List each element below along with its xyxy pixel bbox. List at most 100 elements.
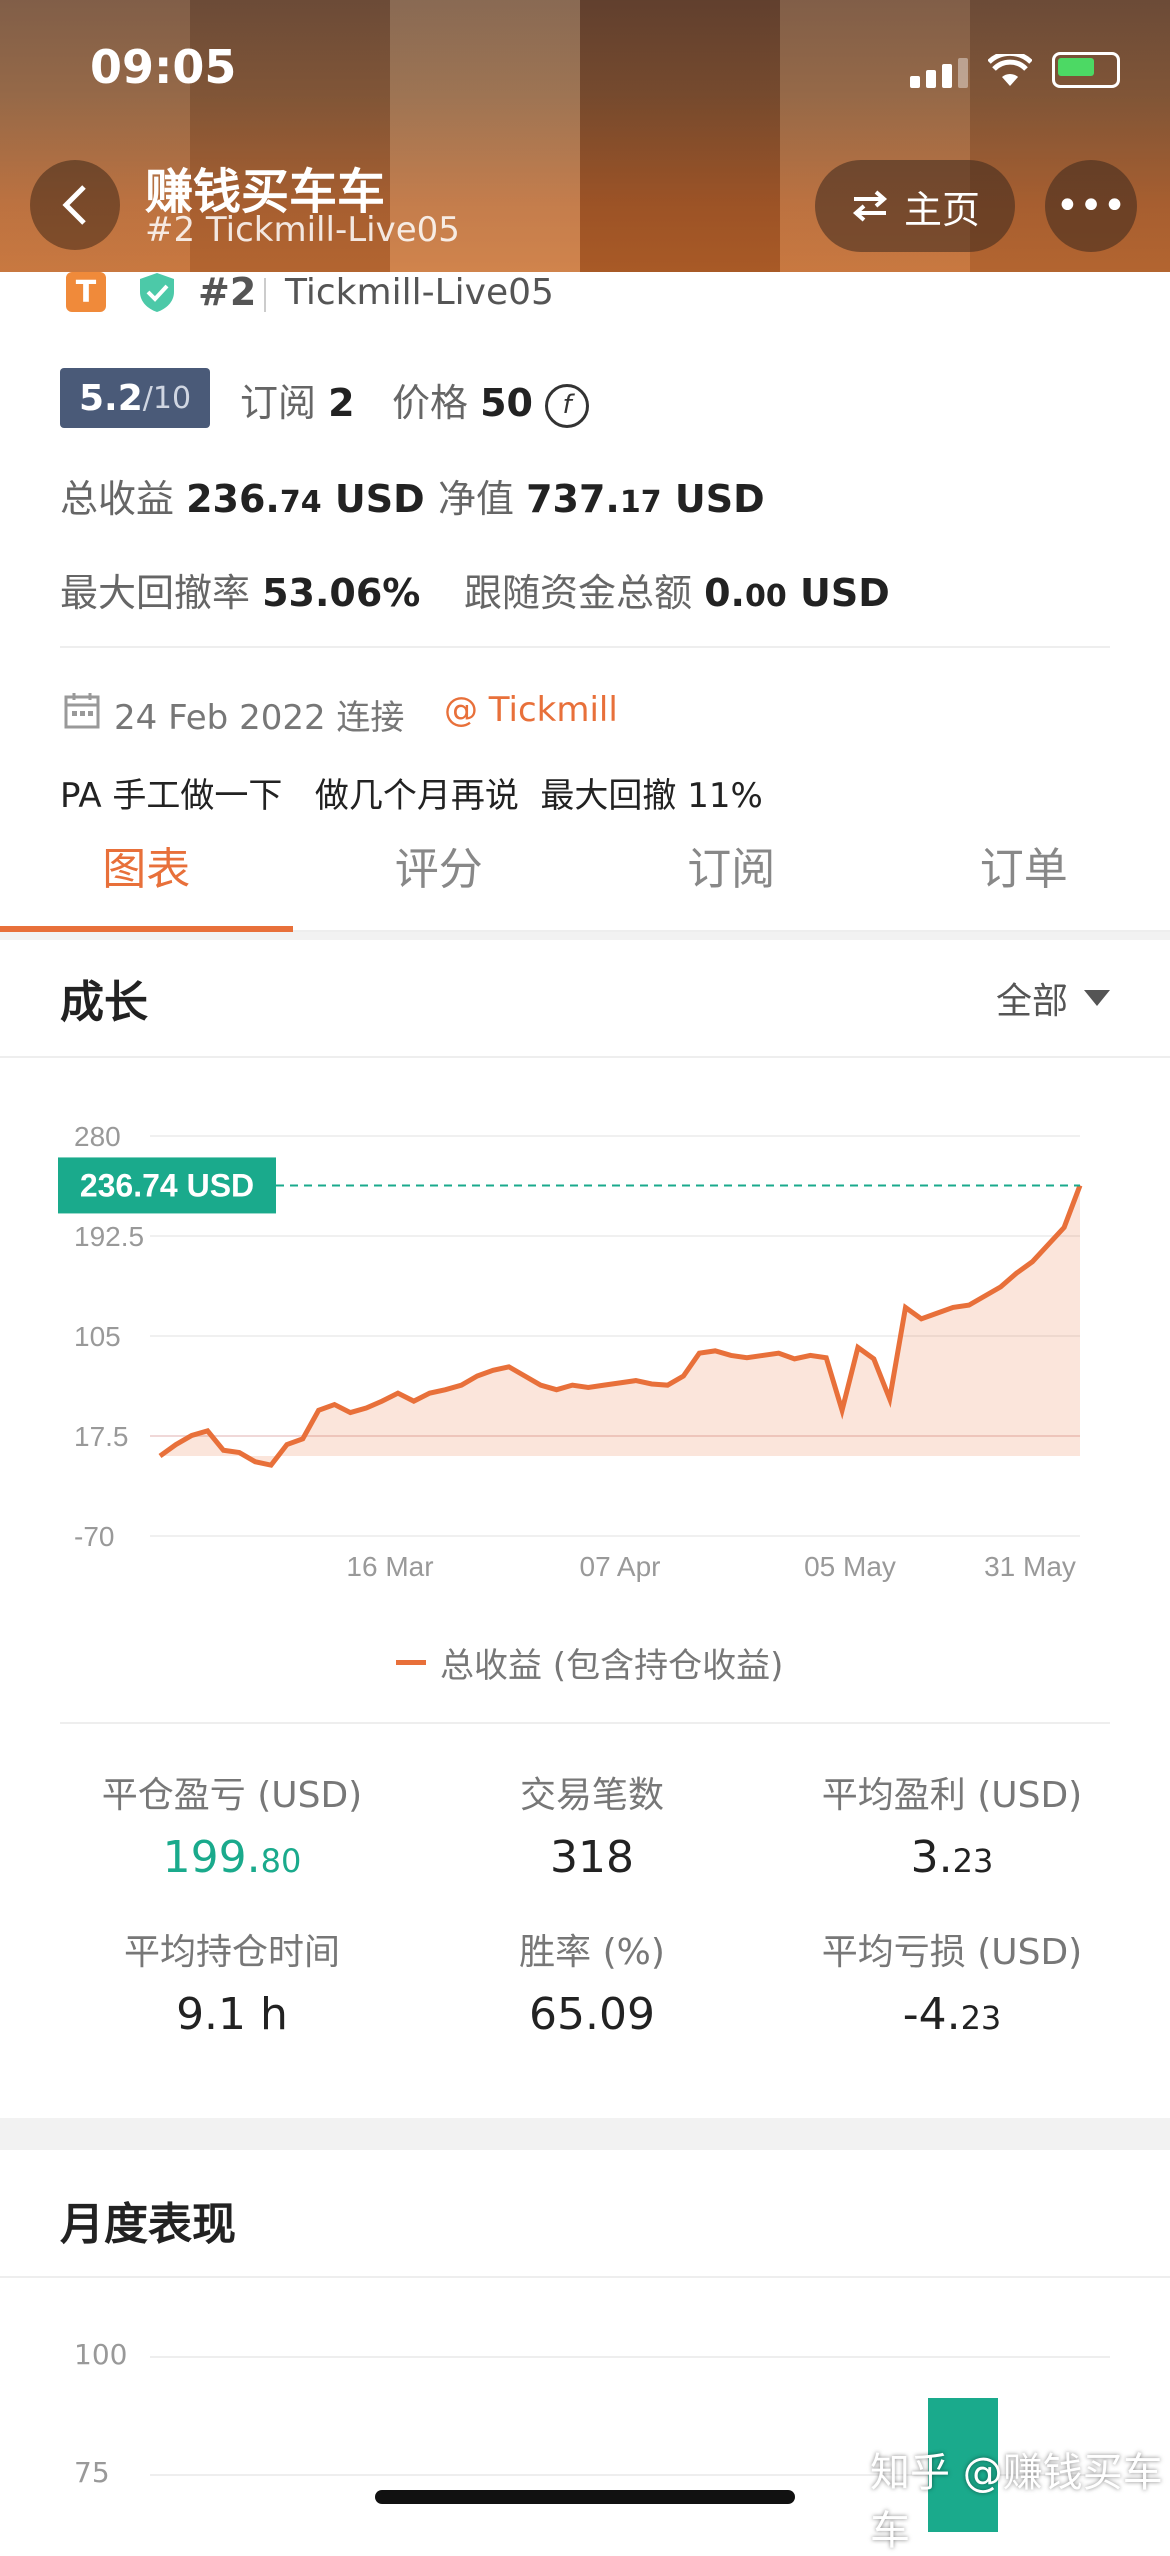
divider <box>0 1056 1170 1058</box>
stat-value: -4.23 <box>772 1989 1132 2040</box>
status-time: 09:05 <box>90 40 236 94</box>
stat-int: 3. <box>911 1832 953 1883</box>
account-rank: #2 <box>198 270 256 314</box>
total-profit-label: 总收益 <box>60 477 174 521</box>
total-profit-dec: 74 <box>280 485 322 520</box>
wifi-icon <box>988 54 1032 88</box>
stat-int: 199. <box>163 1832 261 1883</box>
current-value-tag: 236.74 USD <box>58 1157 276 1213</box>
stat-int: 9.1 h <box>176 1989 288 2040</box>
divider <box>60 646 1110 648</box>
equity-label: 净值 <box>438 477 514 521</box>
stat-value: 3.23 <box>772 1832 1132 1883</box>
stat-close-pnl: 平仓盈亏 (USD) 199.80 <box>52 1766 412 1883</box>
growth-filter-dropdown[interactable]: 全部 <box>996 972 1110 1024</box>
equity-dec: 17 <box>620 485 662 520</box>
verified-shield-icon <box>135 270 179 314</box>
stat-int: -4. <box>903 1989 961 2040</box>
rating-badge: 5.2 /10 <box>60 368 210 428</box>
follow-funds-int: 0. <box>704 571 745 615</box>
stat-label: 平均持仓时间 <box>52 1923 412 1975</box>
price-value: 50 <box>480 381 533 425</box>
stats-grid: 平仓盈亏 (USD) 199.80 交易笔数 318 平均盈利 (USD) 3.… <box>52 1766 1132 2040</box>
y-tick-label: -70 <box>74 1521 114 1552</box>
price-info: 价格 50 f <box>392 372 589 428</box>
stat-trade-count: 交易笔数 318 <box>412 1766 772 1883</box>
equity-unit: USD <box>675 477 765 521</box>
follow-funds-dec: 00 <box>745 579 787 614</box>
max-drawdown-label: 最大回撤率 <box>60 571 250 615</box>
max-drawdown: 最大回撤率 53.06% <box>60 562 420 617</box>
stat-value: 318 <box>412 1832 772 1883</box>
battery-icon <box>1052 52 1120 88</box>
y-tick-label: 105 <box>74 1321 121 1352</box>
signal-icon <box>910 58 968 88</box>
total-profit-unit: USD <box>335 477 425 521</box>
tab-bar: 图表 评分 订阅 订单 <box>0 820 1170 932</box>
broker-link[interactable]: @ Tickmill <box>444 690 618 730</box>
swap-icon <box>850 189 890 223</box>
equity-int: 737. <box>526 477 620 521</box>
legend-swatch <box>396 1660 426 1665</box>
legend-label: 总收益 (包含持仓收益) <box>440 1638 783 1687</box>
home-indicator <box>375 2490 795 2504</box>
stat-dec: 23 <box>961 1999 1002 2037</box>
more-button[interactable]: ••• <box>1045 160 1137 252</box>
stat-avg-hold-time: 平均持仓时间 9.1 h <box>52 1923 412 2040</box>
profile-header: 09:05 赚钱买车车 #2 Tickmill-Live05 主页 ••• <box>0 0 1170 272</box>
stat-value: 199.80 <box>52 1832 412 1883</box>
stat-int: 318 <box>550 1832 634 1883</box>
total-profit: 总收益 236.74 USD <box>60 468 425 523</box>
total-profit-int: 236. <box>186 477 280 521</box>
home-button-label: 主页 <box>904 179 980 234</box>
section-separator <box>0 932 1170 940</box>
subscribe-info: 订阅 2 <box>240 372 355 427</box>
caret-down-icon <box>1084 990 1110 1006</box>
equity: 净值 737.17 USD <box>438 468 765 523</box>
status-icons <box>910 52 1120 88</box>
follow-funds-unit: USD <box>800 571 890 615</box>
stat-dec: 23 <box>953 1842 994 1880</box>
divider <box>264 278 266 312</box>
stat-avg-profit: 平均盈利 (USD) 3.23 <box>772 1766 1132 1883</box>
y-tick-label: 17.5 <box>74 1421 129 1452</box>
y-tick-label: 192.5 <box>74 1221 144 1252</box>
account-description: PA 手工做一下 做几个月再说 最大回撤 11% <box>60 768 763 817</box>
watermark: 知乎 @赚钱买车车 <box>870 2440 1170 2556</box>
tab-orders[interactable]: 订单 <box>878 820 1170 930</box>
home-button[interactable]: 主页 <box>815 160 1015 252</box>
current-value-label: 236.74 USD <box>80 1167 254 1203</box>
gridline <box>150 2356 1110 2358</box>
page-subtitle: #2 Tickmill-Live05 <box>145 210 460 250</box>
stat-label: 交易笔数 <box>412 1766 772 1818</box>
tab-rating[interactable]: 评分 <box>293 820 586 930</box>
monthly-title: 月度表现 <box>60 2188 236 2252</box>
stat-value: 9.1 h <box>52 1989 412 2040</box>
stat-avg-loss: 平均亏损 (USD) -4.23 <box>772 1923 1132 2040</box>
stat-int: 65.09 <box>529 1989 655 2040</box>
stat-win-rate: 胜率 (%) 65.09 <box>412 1923 772 2040</box>
stat-label: 胜率 (%) <box>412 1923 772 1975</box>
tab-subscribe[interactable]: 订阅 <box>585 820 878 930</box>
coin-icon: f <box>545 384 589 428</box>
divider <box>0 2276 1170 2278</box>
subscribe-label: 订阅 <box>240 381 316 425</box>
chart-legend: 总收益 (包含持仓收益) <box>396 1638 783 1687</box>
connect-date: 24 Feb 2022 连接 <box>114 690 404 739</box>
more-icon: ••• <box>1056 183 1127 229</box>
monthly-ytick: 100 <box>74 2338 127 2371</box>
calendar-icon <box>62 690 102 730</box>
stat-label: 平均盈利 (USD) <box>772 1766 1132 1818</box>
account-name: Tickmill-Live05 <box>285 272 554 313</box>
x-tick-label: 16 Mar <box>346 1551 433 1582</box>
section-separator <box>0 2118 1170 2150</box>
growth-title: 成长 <box>60 966 148 1030</box>
broker-badge: T <box>66 272 106 312</box>
tab-chart[interactable]: 图表 <box>0 820 293 930</box>
rating-value: 5.2 <box>79 378 143 419</box>
monthly-ytick: 75 <box>74 2456 110 2489</box>
back-button[interactable] <box>30 160 120 250</box>
growth-area <box>160 1185 1080 1465</box>
price-label: 价格 <box>392 381 468 425</box>
x-tick-label: 07 Apr <box>580 1551 661 1582</box>
